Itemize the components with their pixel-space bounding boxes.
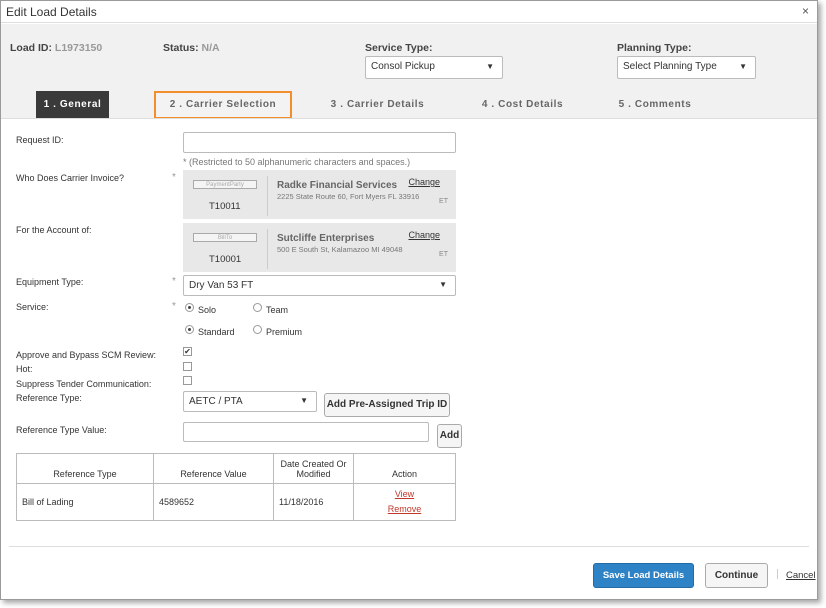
team-label: Team [266,305,289,315]
tab-cost-details[interactable]: 4 . Cost Details [471,91,574,119]
dialog-titlebar: Edit Load Details × [1,1,817,23]
payment-party-timezone: ET [439,198,448,205]
equipment-type-select[interactable]: Dry Van 53 FT ▼ [183,275,456,296]
service-type-select[interactable]: Consol Pickup ▼ [365,56,503,79]
payment-party-box: PaymentParty [193,180,257,189]
payment-party-card: PaymentParty T10011 Radke Financial Serv… [183,170,456,219]
equipment-label: Equipment Type: [16,277,84,287]
date-cell: 11/18/2016 [273,483,354,521]
approve-label: Approve and Bypass SCM Review: [16,350,157,360]
request-id-label: Request ID: [16,135,64,145]
close-icon[interactable]: × [802,4,809,18]
bill-to-card: BillTo T10001 Sutcliffe Enterprises 500 … [183,223,456,272]
column-header: Reference Value [153,453,274,484]
view-link[interactable]: View [359,487,450,502]
reference-type-label: Reference Type: [16,393,82,403]
change-payment-party-link[interactable]: Change [408,177,440,187]
chevron-down-icon: ▼ [739,62,747,71]
bill-to-address: 500 E South St, Kalamazoo MI 49048 [277,245,403,254]
remove-link[interactable]: Remove [359,502,450,517]
hot-checkbox[interactable] [183,362,192,371]
service-type-label: Service Type: [365,42,433,54]
chevron-down-icon: ▼ [439,280,447,289]
required-mark: * [172,172,176,183]
bill-to-timezone: ET [439,251,448,258]
chevron-down-icon: ▼ [300,396,308,405]
change-bill-to-link[interactable]: Change [408,230,440,240]
save-load-details-button[interactable]: Save Load Details [593,563,694,588]
service-label: Service: [16,302,49,312]
reference-value-label: Reference Type Value: [16,425,107,435]
tab-comments[interactable]: 5 . Comments [607,91,703,119]
required-mark: * [172,301,176,312]
load-id: Load ID: L1973150 [10,42,103,54]
add-trip-id-button[interactable]: Add Pre-Assigned Trip ID [324,393,450,417]
equipment-type-value: Dry Van 53 FT [189,280,254,291]
hot-label: Hot: [16,364,33,374]
edit-load-dialog: Edit Load Details × Load ID: L1973150 St… [0,0,818,600]
bill-to-box: BillTo [193,233,257,242]
footer-divider [9,546,809,547]
column-header: Action [353,453,456,484]
tab-carrier-selection[interactable]: 2 . Carrier Selection [154,91,292,119]
premium-label: Premium [266,327,303,337]
planning-type-value: Select Planning Type [623,61,717,72]
dialog-title: Edit Load Details [6,5,97,19]
tab-carrier-details[interactable]: 3 . Carrier Details [319,91,436,119]
divider [1,118,817,119]
approve-checkbox[interactable]: ✔ [183,347,192,356]
add-reference-button[interactable]: Add [437,424,462,448]
table-row: Bill of Lading 4589652 11/18/2016 View R… [16,483,456,521]
status: Status: N/A [163,42,220,54]
planning-type-select[interactable]: Select Planning Type ▼ [617,56,756,79]
premium-radio[interactable] [253,325,262,334]
cancel-link[interactable]: Cancel [786,570,816,581]
reference-type-select[interactable]: AETC / PTA ▼ [183,391,317,412]
standard-radio[interactable] [185,325,194,334]
reference-type-value: AETC / PTA [189,396,243,407]
required-mark: * [172,276,176,287]
action-cell: View Remove [353,483,456,521]
reference-table: Reference Type Reference Value Date Crea… [16,453,456,521]
chevron-down-icon: ▼ [486,62,494,71]
team-radio[interactable] [253,303,262,312]
divider [777,569,778,579]
solo-radio[interactable] [185,303,194,312]
payment-party-id: T10011 [209,201,241,212]
divider [267,229,268,269]
status-value: N/A [201,42,220,54]
suppress-label: Suppress Tender Communication: [16,379,152,389]
payment-party-name: Radke Financial Services [277,180,398,191]
account-label: For the Account of: [16,225,92,235]
invoice-label: Who Does Carrier Invoice? [16,173,125,183]
request-id-note: * (Restricted to 50 alphanumeric charact… [183,157,411,167]
tab-general[interactable]: 1 . General [36,91,109,119]
reference-value-cell: 4589652 [153,483,274,521]
bill-to-id: T10001 [209,254,242,265]
bill-to-name: Sutcliffe Enterprises [277,233,375,244]
standard-label: Standard [198,327,235,337]
reference-type-cell: Bill of Lading [16,483,154,521]
solo-label: Solo [198,305,217,315]
payment-party-address: 2225 State Route 60, Fort Myers FL 33916 [277,192,420,201]
column-header: Reference Type [16,453,154,484]
column-header: Date Created Or Modified [273,453,354,484]
service-type-value: Consol Pickup [371,61,435,72]
continue-button[interactable]: Continue [705,563,768,588]
divider [267,176,268,216]
suppress-checkbox[interactable] [183,376,192,385]
planning-type-label: Planning Type: [617,42,692,54]
table-header-row: Reference Type Reference Value Date Crea… [16,453,456,484]
wizard-tabs: 1 . General 2 . Carrier Selection 3 . Ca… [1,91,817,119]
request-id-input[interactable] [183,132,456,153]
reference-value-input[interactable] [183,422,429,442]
load-id-value: L1973150 [54,42,103,54]
